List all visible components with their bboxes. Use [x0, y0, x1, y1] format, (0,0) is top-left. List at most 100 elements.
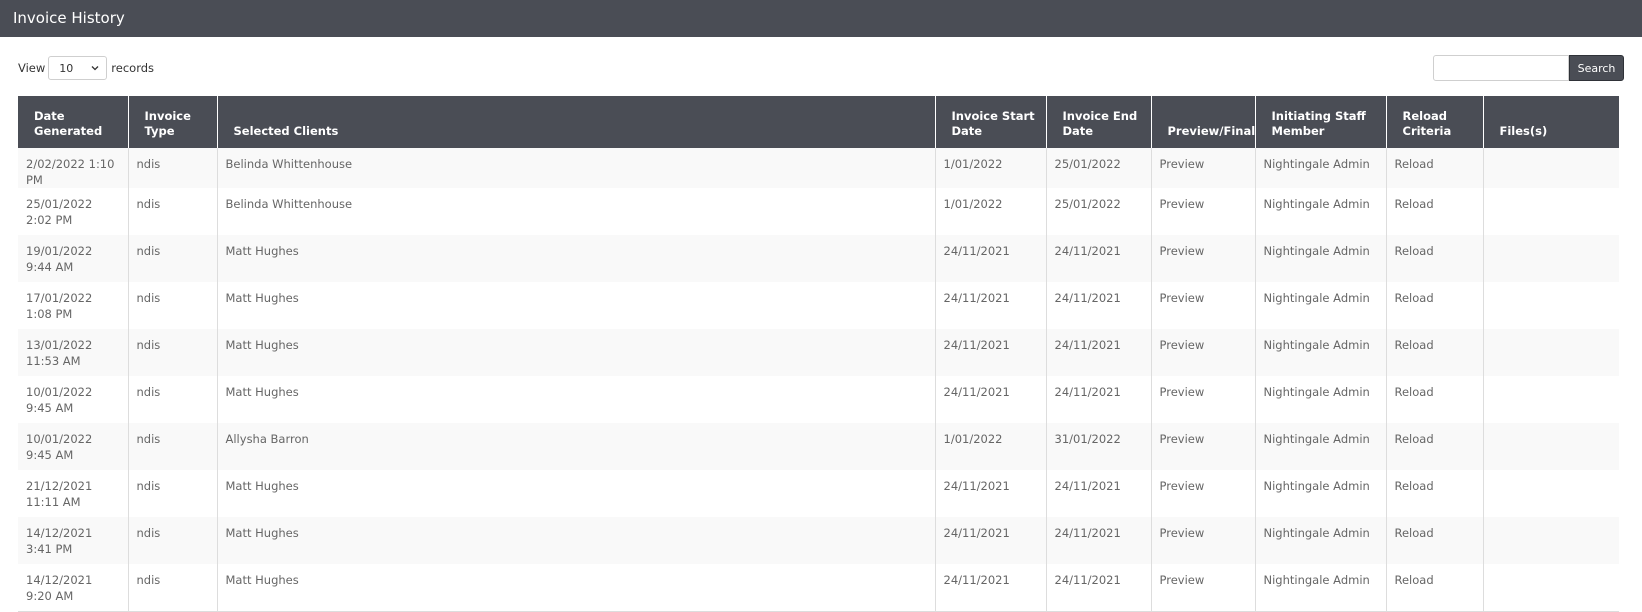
cell-preview-final[interactable]: Preview [1150, 329, 1255, 376]
cell-selected-clients: Matt Hughes [216, 329, 935, 376]
cell-preview-final[interactable]: Preview [1150, 282, 1255, 329]
cell-selected-clients: Belinda Whittenhouse [216, 188, 935, 235]
column-header-preview-final[interactable]: Preview/Final [1150, 96, 1255, 148]
cell-files [1482, 564, 1619, 612]
cell-initiating-staff-member: Nightingale Admin [1254, 470, 1386, 517]
cell-files [1482, 376, 1619, 423]
column-header-reload-criteria[interactable]: Reload Criteria [1385, 96, 1483, 148]
cell-reload-criteria[interactable]: Reload [1385, 470, 1483, 517]
page-title-bar: Invoice History [0, 0, 1642, 37]
cell-initiating-staff-member: Nightingale Admin [1254, 148, 1386, 188]
cell-selected-clients: Belinda Whittenhouse [216, 148, 935, 188]
cell-preview-final[interactable]: Preview [1150, 376, 1255, 423]
cell-reload-criteria[interactable]: Reload [1385, 282, 1483, 329]
cell-invoice-end-date: 24/11/2021 [1045, 329, 1151, 376]
cell-selected-clients: Matt Hughes [216, 564, 935, 612]
cell-initiating-staff-member: Nightingale Admin [1254, 282, 1386, 329]
cell-preview-final[interactable]: Preview [1150, 148, 1255, 188]
cell-selected-clients: Matt Hughes [216, 235, 935, 282]
records-label: records [111, 61, 155, 75]
cell-reload-criteria[interactable]: Reload [1385, 423, 1483, 470]
table-row: 25/01/2022 2:02 PM ndis Belinda Whittenhou… [18, 188, 1619, 235]
cell-invoice-type: ndis [127, 423, 217, 470]
cell-invoice-type: ndis [127, 376, 217, 423]
cell-preview-final[interactable]: Preview [1150, 423, 1255, 470]
table-body: 2/02/2022 1:10 PM ndis Belinda Whittenhous… [18, 148, 1619, 612]
cell-date-generated: 14/12/2021 9:20 AM [18, 564, 128, 612]
table-row: 21/12/2021 11:11 AM ndis Matt Hughes 24/11/… [18, 470, 1619, 517]
cell-reload-criteria[interactable]: Reload [1385, 188, 1483, 235]
table-row: 2/02/2022 1:10 PM ndis Belinda Whittenhous… [18, 148, 1619, 188]
column-header-invoice-start-date[interactable]: Invoice Start Date [934, 96, 1046, 148]
cell-invoice-end-date: 24/11/2021 [1045, 235, 1151, 282]
cell-initiating-staff-member: Nightingale Admin [1254, 423, 1386, 470]
cell-invoice-type: ndis [127, 235, 217, 282]
table-row: 10/01/2022 9:45 AM ndis Allysha Barron 1/01… [18, 423, 1619, 470]
cell-invoice-start-date: 24/11/2021 [934, 235, 1046, 282]
table-row: 14/12/2021 3:41 PM ndis Matt Hughes 24/11/2… [18, 517, 1619, 564]
cell-invoice-start-date: 24/11/2021 [934, 376, 1046, 423]
cell-invoice-start-date: 24/11/2021 [934, 282, 1046, 329]
cell-invoice-start-date: 24/11/2021 [934, 564, 1046, 612]
cell-invoice-type: ndis [127, 148, 217, 188]
cell-initiating-staff-member: Nightingale Admin [1254, 188, 1386, 235]
cell-initiating-staff-member: Nightingale Admin [1254, 517, 1386, 564]
table-row: 14/12/2021 9:20 AM ndis Matt Hughes 24/11/2… [18, 564, 1619, 612]
cell-files [1482, 188, 1619, 235]
cell-invoice-type: ndis [127, 188, 217, 235]
cell-invoice-end-date: 24/11/2021 [1045, 564, 1151, 612]
cell-reload-criteria[interactable]: Reload [1385, 376, 1483, 423]
invoice-history-table: Date Generated Invoice Type Selected Clien… [18, 96, 1619, 612]
column-header-date-generated[interactable]: Date Generated [18, 96, 128, 148]
cell-initiating-staff-member: Nightingale Admin [1254, 329, 1386, 376]
page-title: Invoice History [13, 9, 125, 27]
page-size-select[interactable]: 10 [48, 56, 108, 80]
cell-invoice-type: ndis [127, 329, 217, 376]
column-header-selected-clients[interactable]: Selected Clients [216, 96, 935, 148]
cell-preview-final[interactable]: Preview [1150, 235, 1255, 282]
cell-invoice-type: ndis [127, 564, 217, 612]
table-header: Date Generated Invoice Type Selected Clien… [18, 96, 1619, 148]
cell-selected-clients: Matt Hughes [216, 376, 935, 423]
cell-preview-final[interactable]: Preview [1150, 564, 1255, 612]
cell-invoice-start-date: 1/01/2022 [934, 423, 1046, 470]
table-row: 10/01/2022 9:45 AM ndis Matt Hughes 24/11/2… [18, 376, 1619, 423]
cell-selected-clients: Matt Hughes [216, 282, 935, 329]
cell-invoice-end-date: 25/01/2022 [1045, 188, 1151, 235]
cell-reload-criteria[interactable]: Reload [1385, 329, 1483, 376]
cell-preview-final[interactable]: Preview [1150, 470, 1255, 517]
table-row: 13/01/2022 11:53 AM ndis Matt Hughes 24/11/… [18, 329, 1619, 376]
column-header-invoice-end-date[interactable]: Invoice End Date [1045, 96, 1151, 148]
cell-reload-criteria[interactable]: Reload [1385, 235, 1483, 282]
column-header-files[interactable]: Files(s) [1482, 96, 1619, 148]
cell-files [1482, 148, 1619, 188]
column-header-invoice-type[interactable]: Invoice Type [127, 96, 217, 148]
chevron-down-icon [91, 66, 99, 71]
cell-invoice-type: ndis [127, 470, 217, 517]
header-row: Date Generated Invoice Type Selected Clien… [18, 96, 1619, 148]
cell-initiating-staff-member: Nightingale Admin [1254, 235, 1386, 282]
cell-date-generated: 10/01/2022 9:45 AM [26, 432, 93, 462]
cell-reload-criteria[interactable]: Reload [1385, 517, 1483, 564]
cell-reload-criteria[interactable]: Reload [1385, 564, 1483, 612]
cell-preview-final[interactable]: Preview [1150, 517, 1255, 564]
cell-invoice-start-date: 1/01/2022 [934, 188, 1046, 235]
cell-selected-clients: Matt Hughes [216, 470, 935, 517]
view-label: View [18, 61, 46, 75]
cell-initiating-staff-member: Nightingale Admin [1254, 564, 1386, 612]
cell-invoice-type: ndis [127, 282, 217, 329]
cell-selected-clients: Matt Hughes [216, 517, 935, 564]
cell-reload-criteria[interactable]: Reload [1385, 148, 1483, 188]
cell-invoice-end-date: 31/01/2022 [1045, 423, 1151, 470]
search-button[interactable]: Search [1569, 55, 1624, 81]
cell-preview-final[interactable]: Preview [1150, 188, 1255, 235]
cell-invoice-end-date: 25/01/2022 [1045, 148, 1151, 188]
cell-date-generated: 25/01/2022 2:02 PM [26, 197, 93, 227]
search-input[interactable] [1433, 55, 1569, 81]
cell-date-generated: 13/01/2022 11:53 AM [26, 338, 93, 368]
cell-files [1482, 235, 1619, 282]
column-header-initiating-staff-member[interactable]: Initiating Staff Member [1254, 96, 1386, 148]
cell-invoice-start-date: 24/11/2021 [934, 329, 1046, 376]
cell-invoice-type: ndis [127, 517, 217, 564]
cell-files [1482, 423, 1619, 470]
